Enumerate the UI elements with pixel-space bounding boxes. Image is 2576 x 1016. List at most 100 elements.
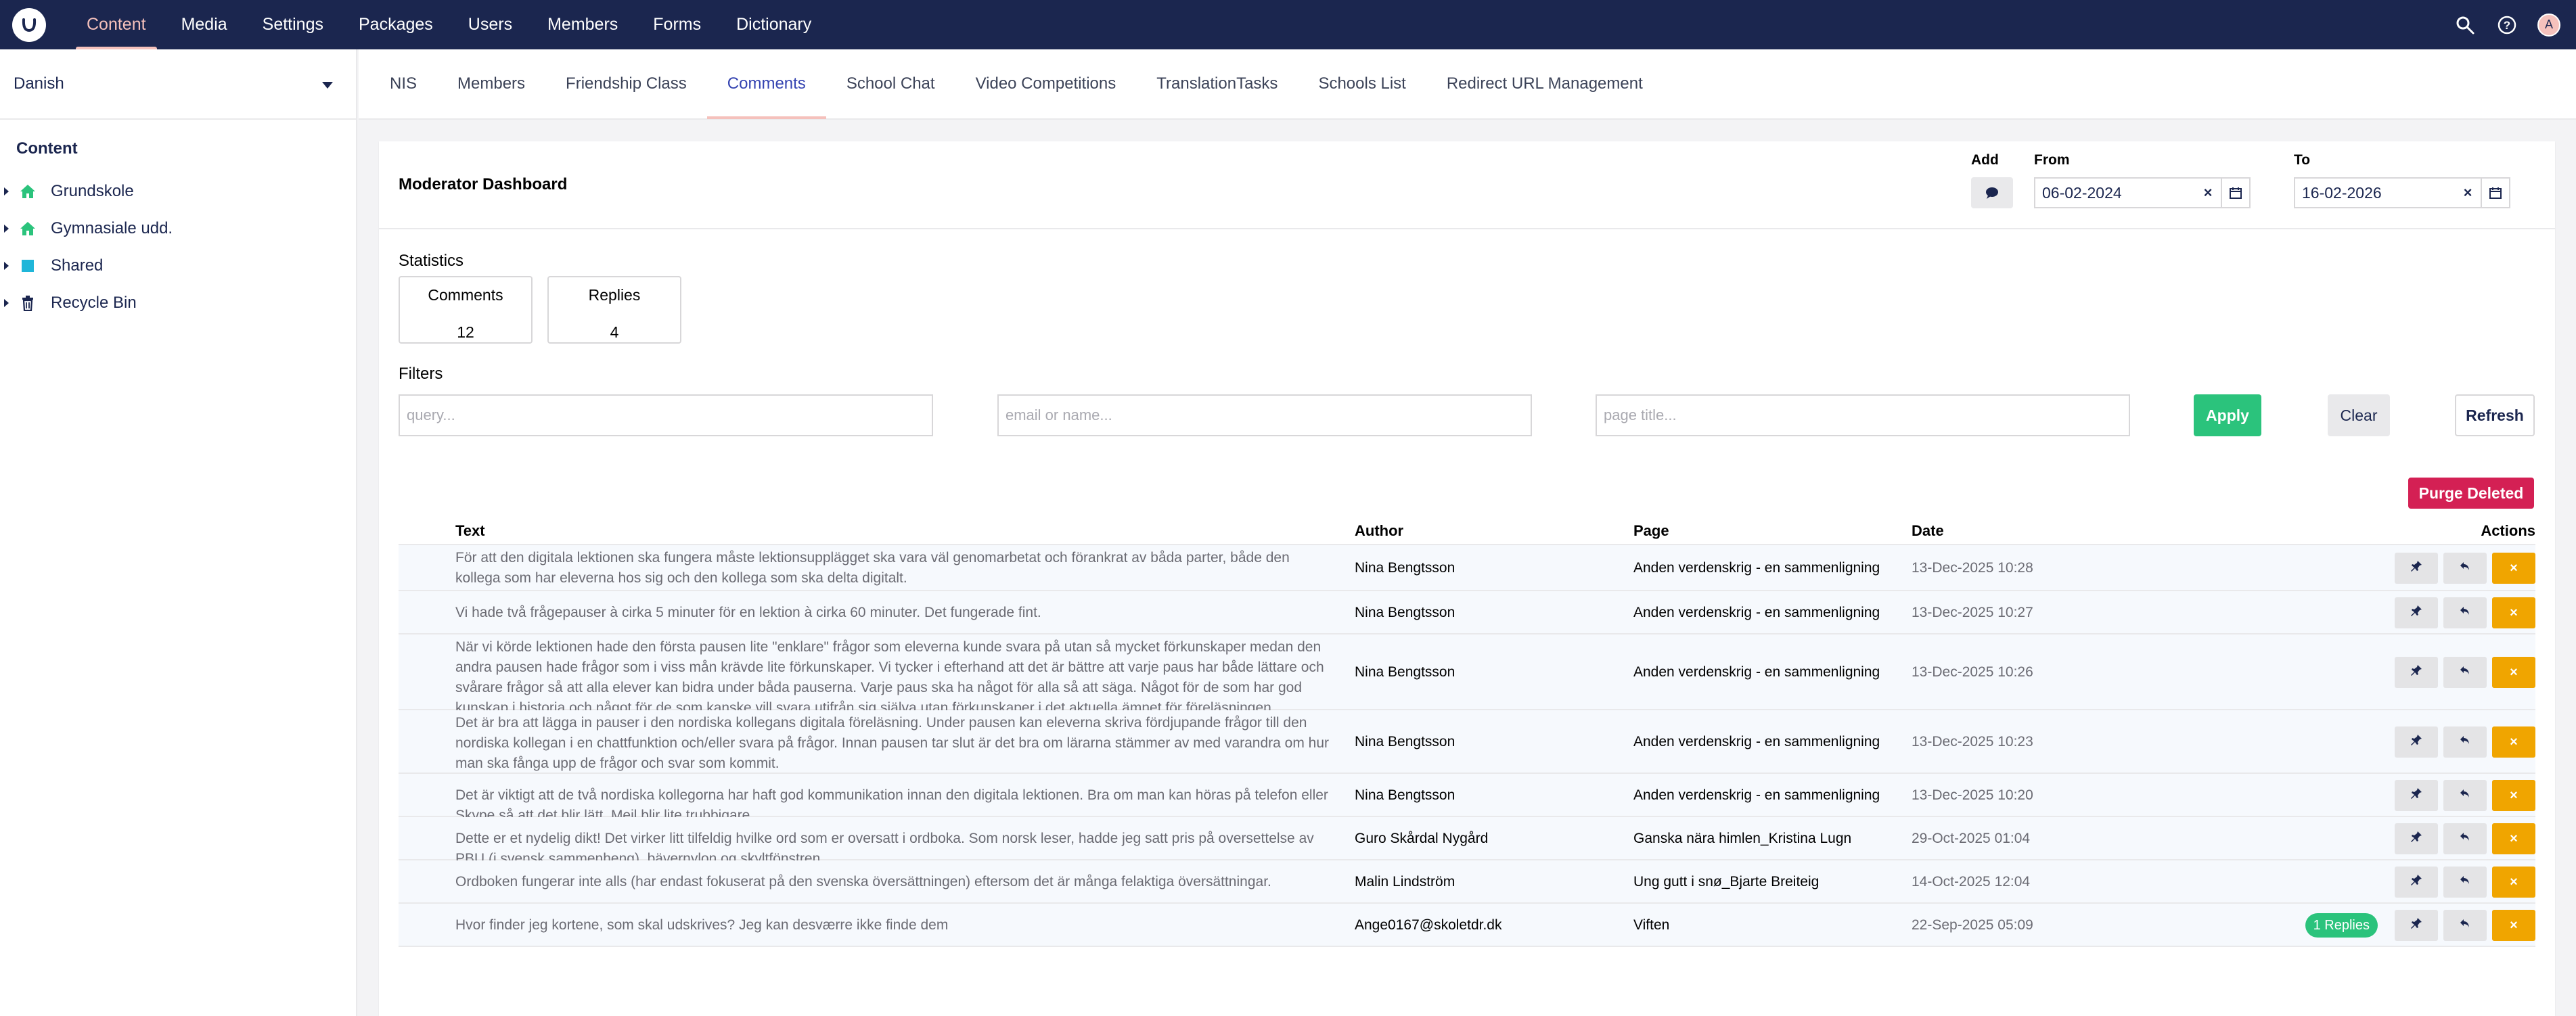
nav-item-settings[interactable]: Settings	[245, 0, 341, 49]
pin-button[interactable]	[2395, 910, 2438, 941]
purge-deleted-button[interactable]: Purge Deleted	[2408, 478, 2534, 509]
column-author[interactable]: Author	[1355, 522, 1403, 540]
comment-date: 14-Oct-2025 12:04	[1912, 874, 2031, 890]
comment-author: Guro Skårdal Nygård	[1355, 831, 1489, 846]
reply-button[interactable]	[2443, 657, 2487, 688]
avatar-initial: A	[2537, 13, 2560, 37]
tab-members[interactable]: Members	[437, 49, 545, 119]
pin-button[interactable]	[2395, 823, 2438, 854]
tree-item-shared[interactable]: Shared	[0, 247, 356, 284]
comments-stat: Comments 12	[399, 276, 533, 344]
column-text[interactable]: Text	[455, 522, 485, 540]
comment-page[interactable]: Ganska nära himlen_Kristina Lugn	[1633, 831, 1851, 847]
caret-right-icon[interactable]	[4, 224, 9, 233]
nav-item-users[interactable]: Users	[451, 0, 530, 49]
tree-item-label: Grundskole	[51, 181, 134, 200]
reply-button[interactable]	[2443, 597, 2487, 628]
clear-from-date-icon[interactable]: ×	[2195, 184, 2221, 202]
filters-label: Filters	[399, 365, 443, 383]
user-avatar[interactable]: A	[2535, 11, 2562, 39]
comment-page[interactable]: Anden verdenskrig - en sammenligning	[1633, 560, 1880, 576]
pin-button[interactable]	[2395, 597, 2438, 628]
reply-icon	[2459, 787, 2471, 804]
nav-item-dictionary[interactable]: Dictionary	[719, 0, 829, 49]
delete-button[interactable]: ×	[2492, 867, 2535, 898]
comment-page[interactable]: Anden verdenskrig - en sammenligning	[1633, 734, 1880, 750]
delete-button[interactable]: ×	[2492, 726, 2535, 758]
reply-button[interactable]	[2443, 553, 2487, 584]
reply-button[interactable]	[2443, 823, 2487, 854]
tree-item-label: Gymnasiale udd.	[51, 218, 173, 237]
close-icon: ×	[2510, 874, 2518, 890]
comment-page[interactable]: Ung gutt i snø_Bjarte Breiteig	[1633, 874, 1819, 890]
nav-item-members[interactable]: Members	[530, 0, 635, 49]
caret-right-icon[interactable]	[4, 261, 9, 270]
calendar-icon[interactable]	[2481, 179, 2509, 207]
comment-date: 13-Dec-2025 10:28	[1912, 560, 2033, 576]
tab-redirect-url-management[interactable]: Redirect URL Management	[1426, 49, 1663, 119]
tab-video-competitions[interactable]: Video Competitions	[955, 49, 1137, 119]
tab-translationtasks[interactable]: TranslationTasks	[1136, 49, 1298, 119]
from-date-field[interactable]: 06-02-2024 ×	[2034, 177, 2251, 208]
nav-item-forms[interactable]: Forms	[635, 0, 719, 49]
delete-button[interactable]: ×	[2492, 780, 2535, 811]
reply-button[interactable]	[2443, 867, 2487, 898]
umbraco-logo[interactable]	[12, 7, 46, 42]
replies-badge[interactable]: 1 Replies	[2305, 913, 2378, 938]
reply-button[interactable]	[2443, 910, 2487, 941]
tab-schools-list[interactable]: Schools List	[1298, 49, 1426, 119]
clear-to-date-icon[interactable]: ×	[2455, 184, 2481, 202]
row-actions: ×	[2395, 726, 2535, 758]
pin-button[interactable]	[2395, 780, 2438, 811]
tree-item-recycle-bin[interactable]: Recycle Bin	[0, 284, 356, 321]
comment-page[interactable]: Anden verdenskrig - en sammenligning	[1633, 605, 1880, 621]
reply-button[interactable]	[2443, 726, 2487, 758]
add-comment-button[interactable]	[1971, 177, 2013, 208]
page-title-input[interactable]	[1596, 394, 2130, 436]
tab-nis[interactable]: NIS	[369, 49, 437, 119]
delete-button[interactable]: ×	[2492, 823, 2535, 854]
pin-button[interactable]	[2395, 726, 2438, 758]
delete-button[interactable]: ×	[2492, 597, 2535, 628]
caret-right-icon[interactable]	[4, 187, 9, 195]
tab-school-chat[interactable]: School Chat	[826, 49, 955, 119]
email-or-name-input[interactable]	[997, 394, 1532, 436]
caret-right-icon[interactable]	[4, 298, 9, 307]
nav-item-content[interactable]: Content	[69, 0, 164, 49]
tab-comments[interactable]: Comments	[706, 49, 826, 119]
pin-button[interactable]	[2395, 657, 2438, 688]
tree-item-gymnasiale-udd-[interactable]: Gymnasiale udd.	[0, 210, 356, 247]
pin-button[interactable]	[2395, 553, 2438, 584]
trash-icon	[18, 294, 37, 313]
pin-button[interactable]	[2395, 867, 2438, 898]
page-title: Moderator Dashboard	[399, 175, 568, 193]
comment-page[interactable]: Viften	[1633, 917, 1669, 933]
from-date-value[interactable]: 06-02-2024	[2035, 184, 2195, 202]
nav-item-media[interactable]: Media	[164, 0, 245, 49]
calendar-icon[interactable]	[2221, 179, 2249, 207]
column-page[interactable]: Page	[1633, 522, 1669, 540]
search-icon[interactable]	[2451, 11, 2479, 39]
to-date-field[interactable]: 16-02-2026 ×	[2294, 177, 2510, 208]
nav-item-packages[interactable]: Packages	[341, 0, 451, 49]
reply-button[interactable]	[2443, 780, 2487, 811]
row-actions: ×	[2395, 657, 2535, 688]
pin-icon	[2410, 605, 2422, 621]
clear-button[interactable]: Clear	[2328, 394, 2390, 436]
reply-icon	[2459, 560, 2471, 576]
apply-button[interactable]: Apply	[2194, 394, 2261, 436]
language-selector[interactable]: Danish	[0, 49, 356, 120]
column-date[interactable]: Date	[1912, 522, 1944, 540]
comment-page[interactable]: Anden verdenskrig - en sammenligning	[1633, 664, 1880, 680]
tree-item-grundskole[interactable]: Grundskole	[0, 172, 356, 210]
delete-button[interactable]: ×	[2492, 657, 2535, 688]
comment-page[interactable]: Anden verdenskrig - en sammenligning	[1633, 787, 1880, 804]
refresh-button[interactable]: Refresh	[2455, 394, 2535, 436]
delete-button[interactable]: ×	[2492, 553, 2535, 584]
query-input[interactable]	[399, 394, 933, 436]
header-tools: ? A	[2451, 0, 2562, 49]
tab-friendship-class[interactable]: Friendship Class	[545, 49, 707, 119]
delete-button[interactable]: ×	[2492, 910, 2535, 941]
to-date-value[interactable]: 16-02-2026	[2295, 184, 2455, 202]
help-icon[interactable]: ?	[2493, 11, 2521, 39]
